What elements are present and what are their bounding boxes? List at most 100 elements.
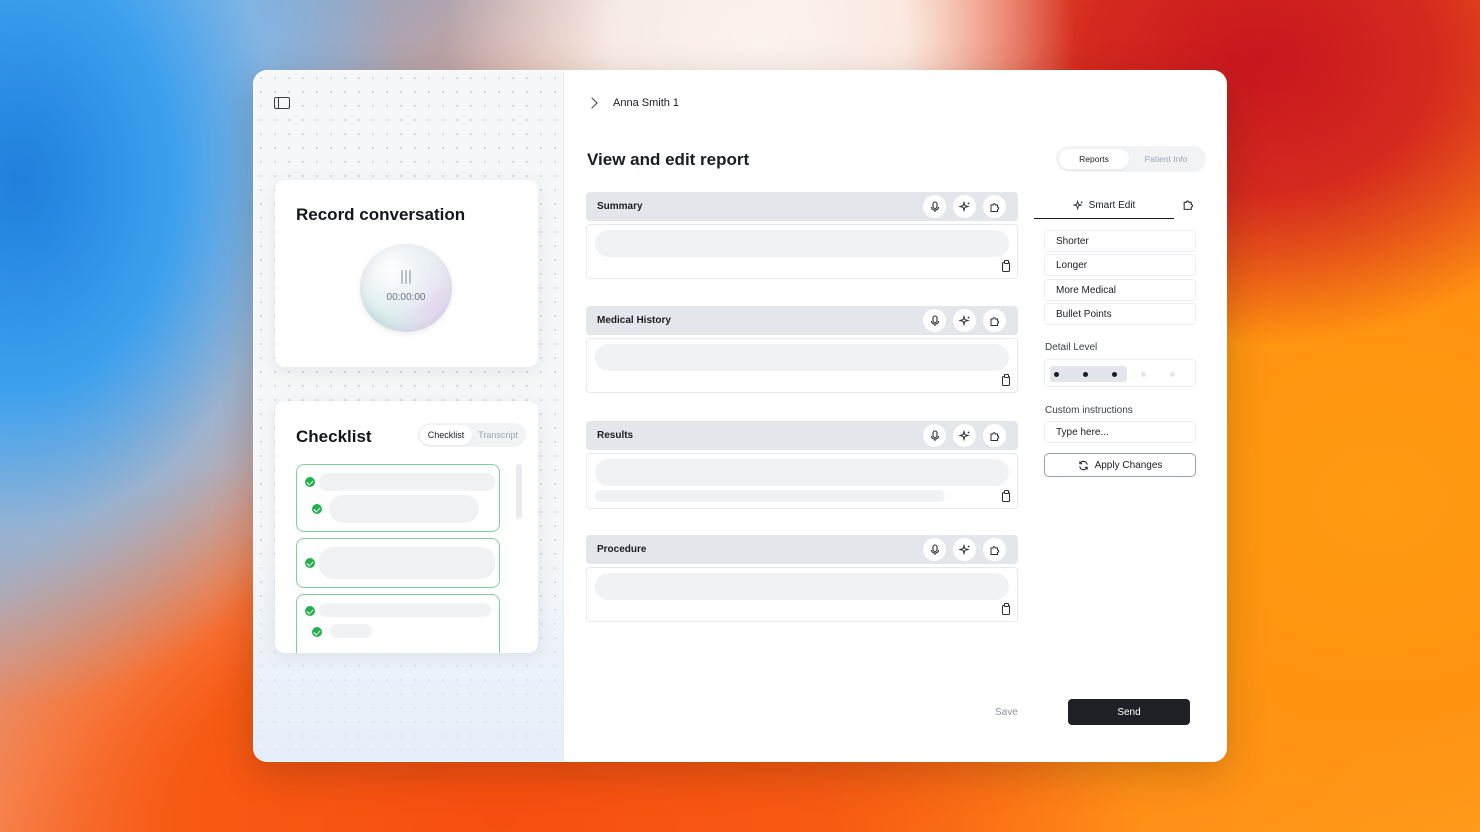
tab-checklist[interactable]: Checklist (420, 425, 472, 445)
checklist-item[interactable] (296, 594, 500, 653)
dictate-button[interactable] (923, 309, 946, 332)
section-medical-history: Medical History (586, 306, 1018, 393)
sparkles-icon (958, 543, 970, 555)
placeholder-line (595, 573, 1009, 600)
ai-rewrite-button[interactable] (953, 538, 976, 561)
record-card-title: Record conversation (296, 205, 466, 224)
checklist-title: Checklist (296, 427, 372, 446)
clipboard-icon[interactable] (1002, 260, 1010, 272)
main-pane: Anna Smith 1 View and edit report Report… (564, 71, 1226, 761)
placeholder-line (595, 459, 1009, 486)
plugin-button[interactable] (983, 424, 1006, 447)
section-body[interactable] (586, 338, 1018, 393)
ai-rewrite-button[interactable] (953, 424, 976, 447)
check-circle-icon (312, 627, 322, 637)
tab-reports[interactable]: Reports (1059, 149, 1129, 169)
app-window: Record conversation 00:00:00 Checklist C… (253, 70, 1227, 762)
placeholder-line (595, 230, 1009, 257)
check-circle-icon (305, 477, 315, 487)
option-shorter-button[interactable]: Shorter (1044, 230, 1196, 252)
detail-level-dot[interactable] (1054, 372, 1059, 377)
section-header: Procedure (586, 535, 1018, 564)
checklist-item[interactable] (296, 464, 500, 532)
record-conversation-card: Record conversation 00:00:00 (275, 180, 538, 367)
placeholder-line (330, 624, 372, 638)
puzzle-icon (990, 202, 999, 212)
tab-plugins[interactable] (1182, 198, 1196, 212)
placeholder-line (319, 473, 495, 491)
tab-patient-info[interactable]: Patient Info (1129, 149, 1203, 169)
placeholder-line (329, 495, 479, 523)
sparkles-icon (1072, 199, 1083, 210)
left-pane: Record conversation 00:00:00 Checklist C… (254, 71, 564, 761)
option-longer-button[interactable]: Longer (1044, 254, 1196, 276)
checklist-card: Checklist Checklist Transcript (275, 401, 538, 653)
dictate-button[interactable] (923, 195, 946, 218)
detail-level-dot[interactable] (1170, 372, 1175, 377)
sidebar-panel-icon[interactable] (274, 97, 290, 109)
sparkles-icon (958, 314, 970, 326)
detail-level-dot[interactable] (1141, 372, 1146, 377)
tab-transcript[interactable]: Transcript (472, 425, 524, 445)
section-label: Medical History (597, 315, 671, 326)
puzzle-icon (990, 316, 999, 326)
detail-level-dot[interactable] (1112, 372, 1117, 377)
checklist-item[interactable] (296, 538, 500, 588)
detail-level-slider[interactable] (1044, 359, 1196, 387)
record-timer: 00:00:00 (386, 292, 426, 303)
placeholder-line (319, 547, 495, 579)
plugin-button[interactable] (983, 195, 1006, 218)
section-body[interactable] (586, 453, 1018, 509)
view-tab-switch: Reports Patient Info (1056, 146, 1206, 172)
section-procedure: Procedure (586, 535, 1018, 622)
option-more-medical-button[interactable]: More Medical (1044, 279, 1196, 301)
plugin-button[interactable] (983, 538, 1006, 561)
send-button[interactable]: Send (1068, 699, 1190, 725)
custom-instructions-input[interactable]: Type here... (1044, 421, 1196, 443)
detail-level-dot[interactable] (1083, 372, 1088, 377)
clipboard-icon[interactable] (1002, 374, 1010, 386)
apply-changes-button[interactable]: Apply Changes (1044, 453, 1196, 477)
section-label: Summary (597, 201, 643, 212)
section-label: Results (597, 430, 634, 441)
clipboard-icon[interactable] (1002, 603, 1010, 615)
puzzle-icon (1183, 200, 1193, 210)
plugin-button[interactable] (983, 309, 1006, 332)
detail-level-label: Detail Level (1045, 342, 1098, 353)
microphone-icon (930, 429, 939, 441)
sparkles-icon (958, 200, 970, 212)
section-body[interactable] (586, 567, 1018, 622)
dictate-button[interactable] (923, 424, 946, 447)
placeholder-line (595, 344, 1009, 371)
checklist-tab-switch: Checklist Transcript (418, 423, 526, 447)
chevron-right-icon[interactable] (586, 97, 598, 109)
section-header: Medical History (586, 306, 1018, 335)
smart-edit-label: Smart Edit (1088, 199, 1136, 211)
section-summary: Summary (586, 192, 1018, 279)
option-bullet-points-button[interactable]: Bullet Points (1044, 303, 1196, 325)
dictate-button[interactable] (923, 538, 946, 561)
save-button[interactable]: Save (995, 707, 1018, 718)
placeholder-line (319, 603, 491, 617)
checklist-scrollbar[interactable] (516, 464, 522, 519)
puzzle-icon (990, 545, 999, 555)
check-circle-icon (305, 606, 315, 616)
check-circle-icon (305, 558, 315, 568)
breadcrumb-patient-name: Anna Smith 1 (613, 97, 680, 109)
ai-rewrite-button[interactable] (953, 195, 976, 218)
pause-icon (400, 270, 412, 284)
ai-rewrite-button[interactable] (953, 309, 976, 332)
page-title: View and edit report (587, 150, 750, 169)
tab-smart-edit[interactable]: Smart Edit (1034, 192, 1174, 219)
sparkles-icon (958, 429, 970, 441)
refresh-icon (1078, 460, 1088, 470)
clipboard-icon[interactable] (1002, 490, 1010, 502)
apply-changes-label: Apply Changes (1094, 459, 1163, 471)
puzzle-icon (990, 431, 999, 441)
section-label: Procedure (597, 544, 647, 555)
section-body[interactable] (586, 224, 1018, 279)
microphone-icon (930, 200, 939, 212)
placeholder-line (595, 490, 945, 502)
record-button[interactable]: 00:00:00 (360, 244, 452, 332)
microphone-icon (930, 543, 939, 555)
